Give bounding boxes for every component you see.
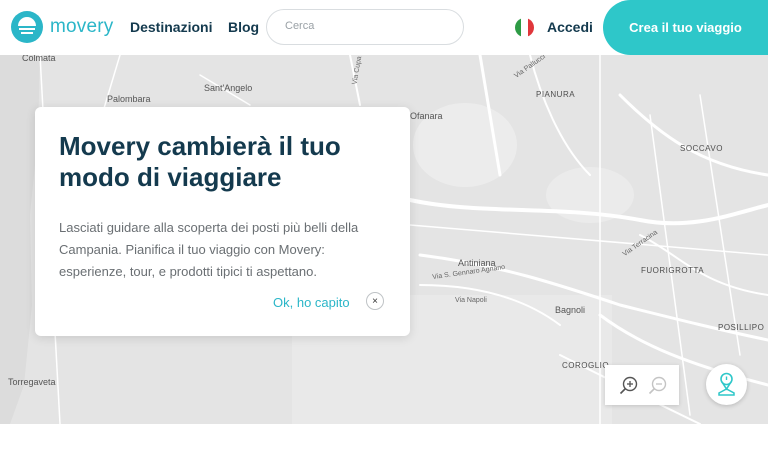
logo-text: movery (50, 16, 114, 37)
zoom-controls (605, 365, 679, 405)
login-link[interactable]: Accedi (547, 19, 593, 35)
map-pin-icon (718, 372, 735, 396)
page-bottom (0, 424, 768, 461)
place-label: Palombara (107, 94, 151, 104)
zoom-in-icon[interactable] (618, 374, 640, 396)
italian-flag-icon[interactable] (515, 18, 534, 37)
top-header: movery Destinazioni Blog Accedi Crea il … (0, 0, 768, 55)
place-label: Bagnoli (555, 305, 586, 315)
zoom-out-icon[interactable] (647, 374, 669, 396)
dialog-text: Lasciati guidare alla scoperta dei posti… (59, 220, 359, 279)
logo-icon (11, 11, 43, 43)
nav-blog[interactable]: Blog (228, 19, 259, 35)
place-label: Sant'Angelo (204, 83, 253, 93)
district-label: COROGLIO (562, 361, 610, 370)
place-label: Ofanara (410, 111, 443, 121)
place-label: Torregaveta (8, 377, 56, 387)
district-label: SOCCAVO (680, 144, 723, 153)
ok-button[interactable]: Ok, ho capito (273, 295, 350, 310)
district-label: POSILLIPO (718, 323, 765, 332)
search-box[interactable] (266, 9, 464, 45)
place-label: Colmata (22, 55, 56, 63)
create-trip-button[interactable]: Crea il tuo viaggio (603, 0, 768, 55)
street-label: Via Napoli (455, 297, 487, 304)
welcome-dialog: Movery cambierà il tuo modo di viaggiare… (35, 107, 410, 336)
dialog-title: Movery cambierà il tuo modo di viaggiare (59, 131, 341, 192)
logo[interactable]: movery (11, 11, 114, 43)
nav-destinazioni[interactable]: Destinazioni (130, 19, 212, 35)
map-pin-button[interactable] (706, 364, 747, 405)
close-icon[interactable]: × (366, 292, 384, 310)
district-label: FUORIGROTTA (641, 266, 705, 275)
district-label: PIANURA (536, 90, 576, 99)
search-input[interactable] (283, 19, 452, 33)
